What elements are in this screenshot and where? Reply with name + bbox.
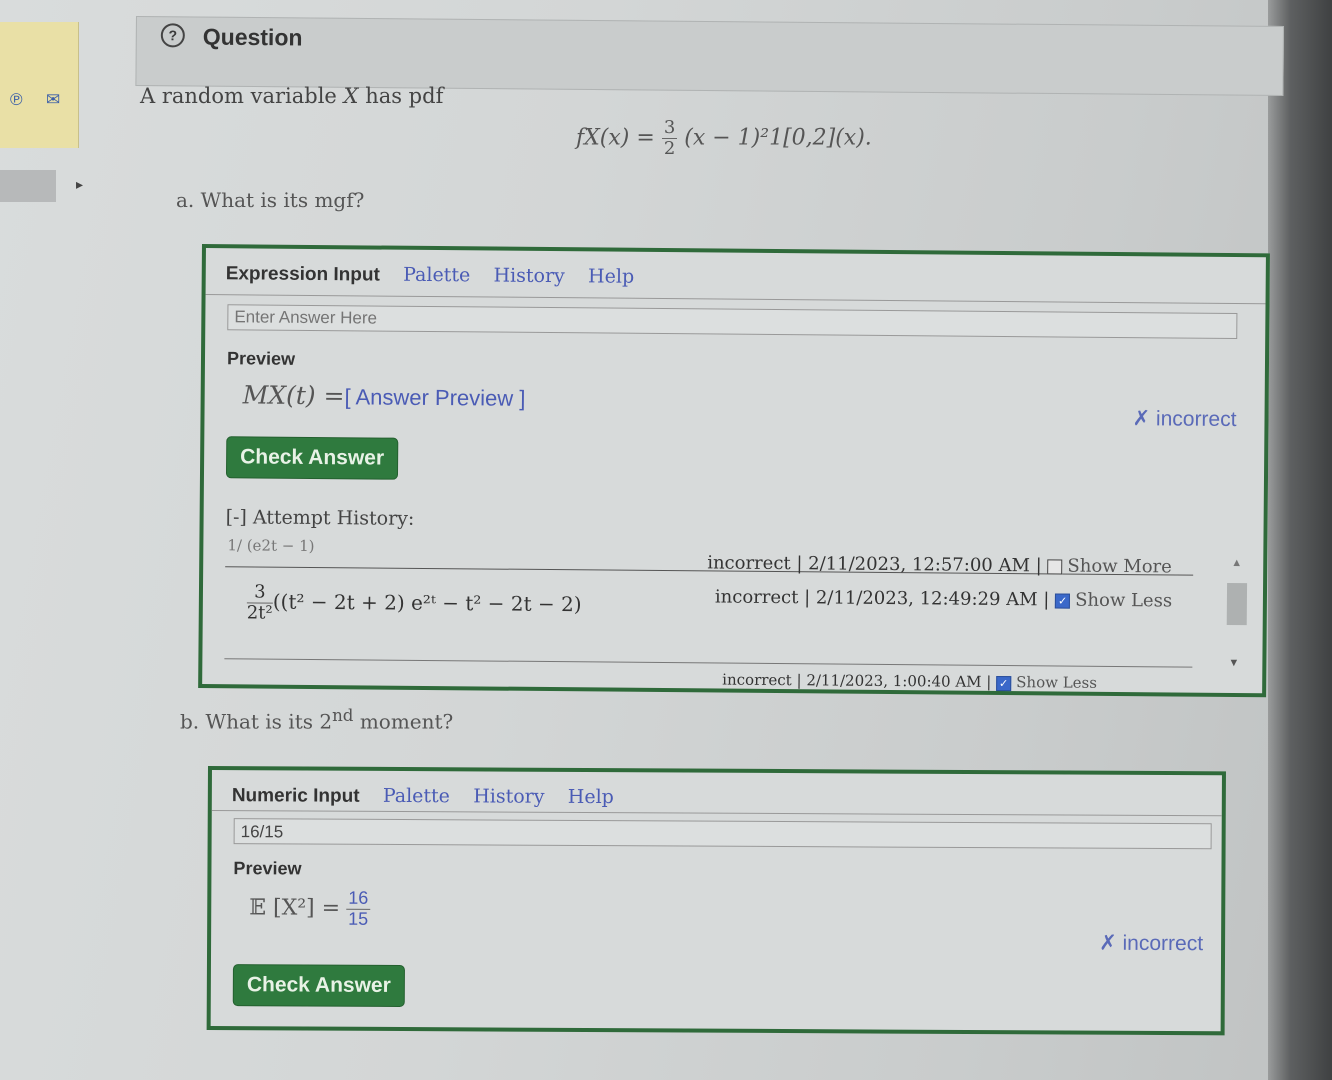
screen-edge xyxy=(1268,0,1332,1080)
tab-help[interactable]: Help xyxy=(568,786,614,808)
part-a-tabs: Expression Input Palette History Help xyxy=(226,262,653,289)
attempt-history-toggle[interactable]: [-] Attempt History: xyxy=(226,506,415,530)
scroll-up-icon[interactable]: ▲ xyxy=(1231,557,1242,569)
part-a-answer-box: Expression Input Palette History Help Pr… xyxy=(198,244,1270,698)
preview-label: Preview xyxy=(233,858,302,879)
side-bar xyxy=(0,170,56,202)
tab-divider xyxy=(205,294,1266,305)
side-tab: ℗ ✉ xyxy=(0,22,79,148)
attempt-row: incorrect | 2/11/2023, 12:57:00 AM | Sho… xyxy=(707,552,1172,578)
expand-arrow-icon[interactable]: ▸ xyxy=(76,176,83,193)
part-b-tabs: Numeric Input Palette History Help xyxy=(232,784,632,809)
mail-icon[interactable]: ✉ xyxy=(46,90,60,110)
question-icon: ? xyxy=(160,23,185,48)
show-less-checkbox[interactable]: ✓ xyxy=(996,675,1012,691)
tab-expression-input[interactable]: Expression Input xyxy=(226,263,380,285)
answer-preview: MX(t) =[ Answer Preview ] xyxy=(242,380,526,411)
part-a-prompt: a. What is its mgf? xyxy=(176,188,365,212)
tab-numeric-input[interactable]: Numeric Input xyxy=(232,785,360,807)
check-answer-button[interactable]: Check Answer xyxy=(225,436,399,480)
history-scrollbar[interactable]: ▲ ▼ xyxy=(1224,557,1249,669)
question-intro: A random variable X has pdf xyxy=(140,84,444,108)
tab-history[interactable]: History xyxy=(493,265,564,288)
answer-input[interactable]: 16/15 xyxy=(233,818,1212,850)
scroll-thumb[interactable] xyxy=(1226,582,1248,626)
attempt-expression: 1/ (e2t − 1) xyxy=(227,536,315,555)
attempt-row: incorrect | 2/11/2023, 12:49:29 AM | ✓ Sh… xyxy=(714,586,1173,612)
history-divider xyxy=(224,658,1193,668)
pdf-formula: fX(x) = 32 (x − 1)²1[0,2](x). xyxy=(576,117,872,159)
tab-history[interactable]: History xyxy=(473,785,544,807)
preview-label: Preview xyxy=(226,348,296,369)
show-less-checkbox[interactable]: ✓ xyxy=(1055,592,1071,609)
attempt-expression: 3 2t² ((t² − 2t + 2) e²ᵗ − t² − 2t − 2) xyxy=(246,581,582,624)
answer-input[interactable] xyxy=(227,304,1238,340)
part-b-prompt: b. What is its 2nd moment? xyxy=(180,706,454,734)
tab-palette[interactable]: Palette xyxy=(383,785,450,807)
tab-palette[interactable]: Palette xyxy=(403,264,470,287)
attempt-row: incorrect | 2/11/2023, 1:00:40 AM | ✓ Sho… xyxy=(722,670,1098,692)
tab-divider xyxy=(211,810,1222,817)
show-more-checkbox[interactable] xyxy=(1047,558,1063,575)
scroll-down-icon[interactable]: ▼ xyxy=(1228,657,1239,669)
status-incorrect: ✗ incorrect xyxy=(1099,931,1204,956)
status-incorrect: ✗ incorrect xyxy=(1132,407,1237,432)
pinterest-icon[interactable]: ℗ xyxy=(10,90,23,110)
tab-help[interactable]: Help xyxy=(588,265,634,287)
answer-preview: 𝔼 [X²] = 16 15 xyxy=(249,887,371,929)
check-answer-button[interactable]: Check Answer xyxy=(232,964,405,1008)
part-b-answer-box: Numeric Input Palette History Help 16/15… xyxy=(206,766,1226,1036)
question-title: Question xyxy=(202,23,303,51)
